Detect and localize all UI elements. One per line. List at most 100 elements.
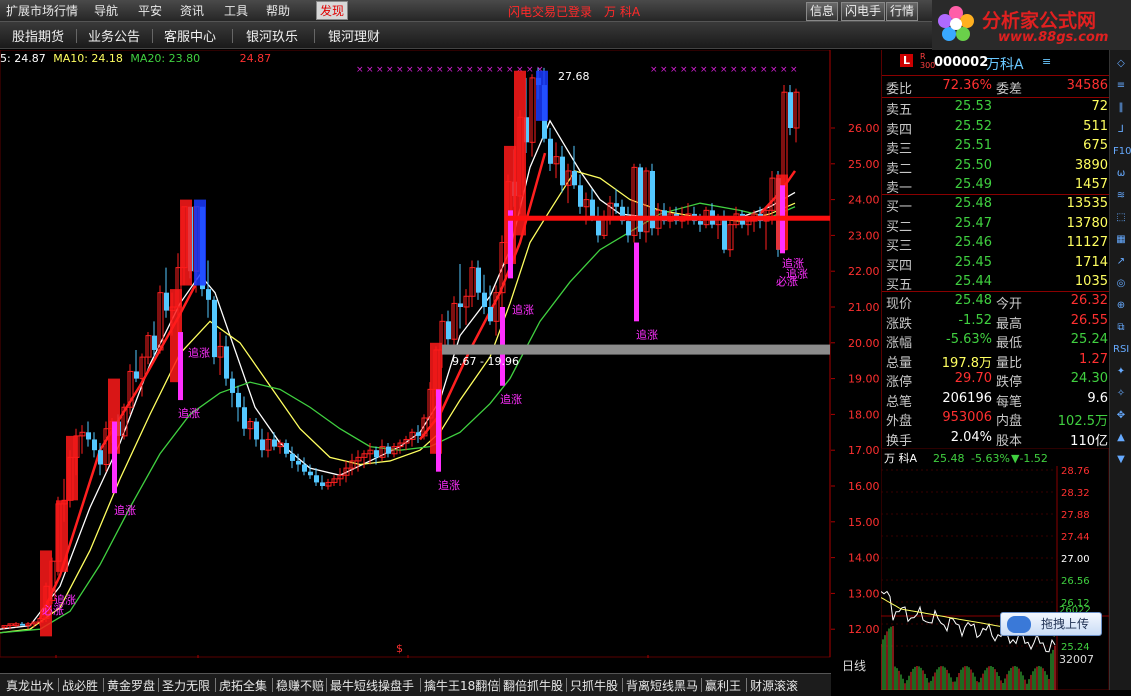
candle-body <box>254 421 259 440</box>
bid-row[interactable]: 买一 25.48 13535 <box>882 196 1110 216</box>
cross-marker: × <box>650 65 658 75</box>
candle-body <box>224 346 229 379</box>
toolbar-icon[interactable]: F10 <box>1113 144 1131 160</box>
indicator-tab[interactable]: 翻倍抓牛股 <box>503 677 563 694</box>
toolbar-icon[interactable]: ✧ <box>1113 386 1129 402</box>
info-button[interactable]: 信息 <box>806 2 839 21</box>
bid-label: 买四 <box>886 258 913 274</box>
price-tick-label: 26.00 <box>848 122 880 135</box>
kline-chart[interactable]: × × × × × × × × × × × × × × × × × × × × × × × × × × × × × × × × × × 追涨必涨追… <box>0 50 831 658</box>
bid-row[interactable]: 买二 25.47 13780 <box>882 216 1110 236</box>
tab-customer-service[interactable]: 客服中心 <box>164 26 216 45</box>
toolbar-icon[interactable]: ⧉ <box>1113 320 1129 336</box>
ma5-label: 5: 24.87 <box>0 52 46 65</box>
bid-price: 25.46 <box>954 235 992 250</box>
quote-value: -5.63% <box>946 332 992 347</box>
upload-button[interactable]: 拖拽上传 <box>1000 612 1102 636</box>
toolbar-icon[interactable]: ✦ <box>1113 364 1129 380</box>
cross-marker: × <box>446 65 454 75</box>
indicator-tab[interactable]: 只抓牛股 <box>570 677 618 694</box>
toolbar-icon[interactable]: ⅃ <box>1113 122 1129 138</box>
toolbar-icon[interactable]: ↗ <box>1113 254 1129 270</box>
bid-row[interactable]: 买四 25.45 1714 <box>882 255 1110 275</box>
tab-divider <box>622 678 623 692</box>
quote-label: 外盘 <box>886 414 913 429</box>
menu-item-navigation[interactable]: 导航 <box>94 3 118 19</box>
indicator-tab[interactable]: 最牛短线操盘手 <box>330 677 414 694</box>
site-logo: 分析家公式网 www.88gs.com <box>932 0 1131 50</box>
toolbar-icon[interactable]: RSI <box>1113 342 1129 358</box>
menu-item-pingan[interactable]: 平安 <box>138 3 162 19</box>
toolbar-icon[interactable]: ▦ <box>1113 232 1129 248</box>
special-marker: $ <box>396 642 403 655</box>
cross-marker: × <box>456 65 464 75</box>
ask-row[interactable]: 卖三 25.51 675 <box>882 138 1110 158</box>
ask-row[interactable]: 卖五 25.53 72 <box>882 99 1110 119</box>
indicator-tab[interactable]: 背离短线黑马 <box>626 677 698 694</box>
menu-item-tools[interactable]: 工具 <box>224 3 248 19</box>
candle-body <box>164 292 169 311</box>
signal-pin <box>112 421 117 494</box>
mini-axis-label: 26.56 <box>1061 576 1090 587</box>
tab-divider <box>103 678 104 692</box>
indicator-tab[interactable]: 虎拓全集 <box>219 677 267 694</box>
stock-code: 000002 <box>934 55 989 70</box>
quote-label: 今开 <box>996 297 1023 312</box>
intraday-chart[interactable]: 万 科A 25.48 -5.63% ▼-1.52 28.76 28.32 27.88… <box>881 448 1109 690</box>
tab-galaxy-finance[interactable]: 银河理财 <box>328 26 380 45</box>
flash-trade-button[interactable]: 闪电手 <box>841 2 886 21</box>
indicator-tab[interactable]: 真龙出水 <box>6 677 54 694</box>
tab-index-futures[interactable]: 股指期货 <box>12 26 64 45</box>
toolbar-icon[interactable]: ω <box>1113 166 1129 182</box>
tab-divider <box>76 29 77 43</box>
toolbar-icon[interactable]: ‖ <box>1113 100 1129 116</box>
candle-body <box>572 170 577 186</box>
indicator-tab[interactable]: 圣力无限 <box>162 677 210 694</box>
quote-button[interactable]: 行情 <box>886 2 919 21</box>
flower-logo-icon <box>938 6 974 41</box>
stats-row: 现价 25.48 今开 26.32 <box>882 293 1110 313</box>
indicator-tab[interactable]: 黄金罗盘 <box>107 677 155 694</box>
cross-marker: × <box>506 65 514 75</box>
menu-item-help[interactable]: 帮助 <box>266 3 290 19</box>
toolbar-icon[interactable]: ▼ <box>1113 452 1129 468</box>
menu-item-extended-market[interactable]: 扩展市场行情 <box>6 3 78 19</box>
quote-value: 110亿 <box>1070 433 1108 449</box>
indicator-tab[interactable]: 战必胜 <box>62 677 98 694</box>
quote-value: 29.70 <box>954 371 992 386</box>
quote-label: 涨幅 <box>886 336 913 351</box>
toolbar-icon[interactable]: ▲ <box>1113 430 1129 446</box>
quote-value: 197.8万 <box>941 355 992 371</box>
toolbar-icon[interactable]: ⬚ <box>1113 210 1129 226</box>
ask-volume: 1457 <box>1074 177 1108 192</box>
indicator-tab[interactable]: 擒牛王18翻倍 <box>424 677 499 694</box>
menu-item-discover[interactable]: 发现 <box>316 1 349 20</box>
toolbar-icon[interactable]: ◇ <box>1113 56 1129 72</box>
signal-bar <box>180 199 192 286</box>
ask-row[interactable]: 卖四 25.52 511 <box>882 119 1110 139</box>
ask-row[interactable]: 卖二 25.50 3890 <box>882 158 1110 178</box>
mini-axis-label: 27.44 <box>1061 532 1090 543</box>
toolbar-icon[interactable]: ⊕ <box>1113 298 1129 314</box>
toolbar-icon[interactable]: ≡ <box>1113 78 1129 94</box>
candle-body <box>86 432 91 440</box>
indicator-tab[interactable]: 稳赚不赔 <box>276 677 324 694</box>
indicator-tab[interactable]: 赢利王 <box>705 677 741 694</box>
bid-row[interactable]: 买三 25.46 11127 <box>882 235 1110 255</box>
menu-item-news[interactable]: 资讯 <box>180 3 204 19</box>
period-label[interactable]: 日线 <box>842 657 866 674</box>
candle-body <box>260 439 265 451</box>
divider <box>882 97 1110 98</box>
indicator-tab[interactable]: 财源滚滚 <box>750 677 798 694</box>
toolbar-icon[interactable]: ≋ <box>1113 188 1129 204</box>
tab-divider <box>232 29 233 43</box>
toolbar-icon[interactable]: ◎ <box>1113 276 1129 292</box>
bid-label: 买二 <box>886 219 913 235</box>
window-stock-title: 万 科A <box>604 5 641 19</box>
ma-lines <box>0 119 797 634</box>
tab-galaxy-fun[interactable]: 银河玖乐 <box>246 26 298 45</box>
toolbar-icon[interactable]: ✥ <box>1113 408 1129 424</box>
mini-axis-label: 28.76 <box>1061 466 1090 477</box>
tab-business-notice[interactable]: 业务公告 <box>88 26 140 45</box>
stock-menu-icon[interactable]: ≡ <box>1042 55 1051 68</box>
